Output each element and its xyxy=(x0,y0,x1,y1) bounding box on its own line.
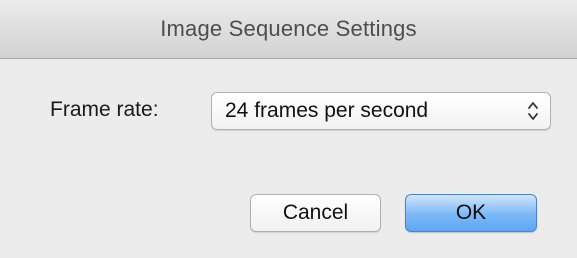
cancel-button[interactable]: Cancel xyxy=(250,194,381,232)
frame-rate-selected-value: 24 frames per second xyxy=(225,99,429,122)
ok-button[interactable]: OK xyxy=(405,194,537,232)
updown-chevron-icon xyxy=(528,102,538,120)
dialog-title: Image Sequence Settings xyxy=(160,16,417,41)
frame-rate-label: Frame rate: xyxy=(50,98,159,121)
frame-rate-row: Frame rate: 24 frames per second xyxy=(0,88,577,132)
dialog-titlebar: Image Sequence Settings xyxy=(0,0,577,59)
frame-rate-select[interactable]: 24 frames per second xyxy=(211,92,551,130)
image-sequence-settings-dialog: Image Sequence Settings Frame rate: 24 f… xyxy=(0,0,577,258)
